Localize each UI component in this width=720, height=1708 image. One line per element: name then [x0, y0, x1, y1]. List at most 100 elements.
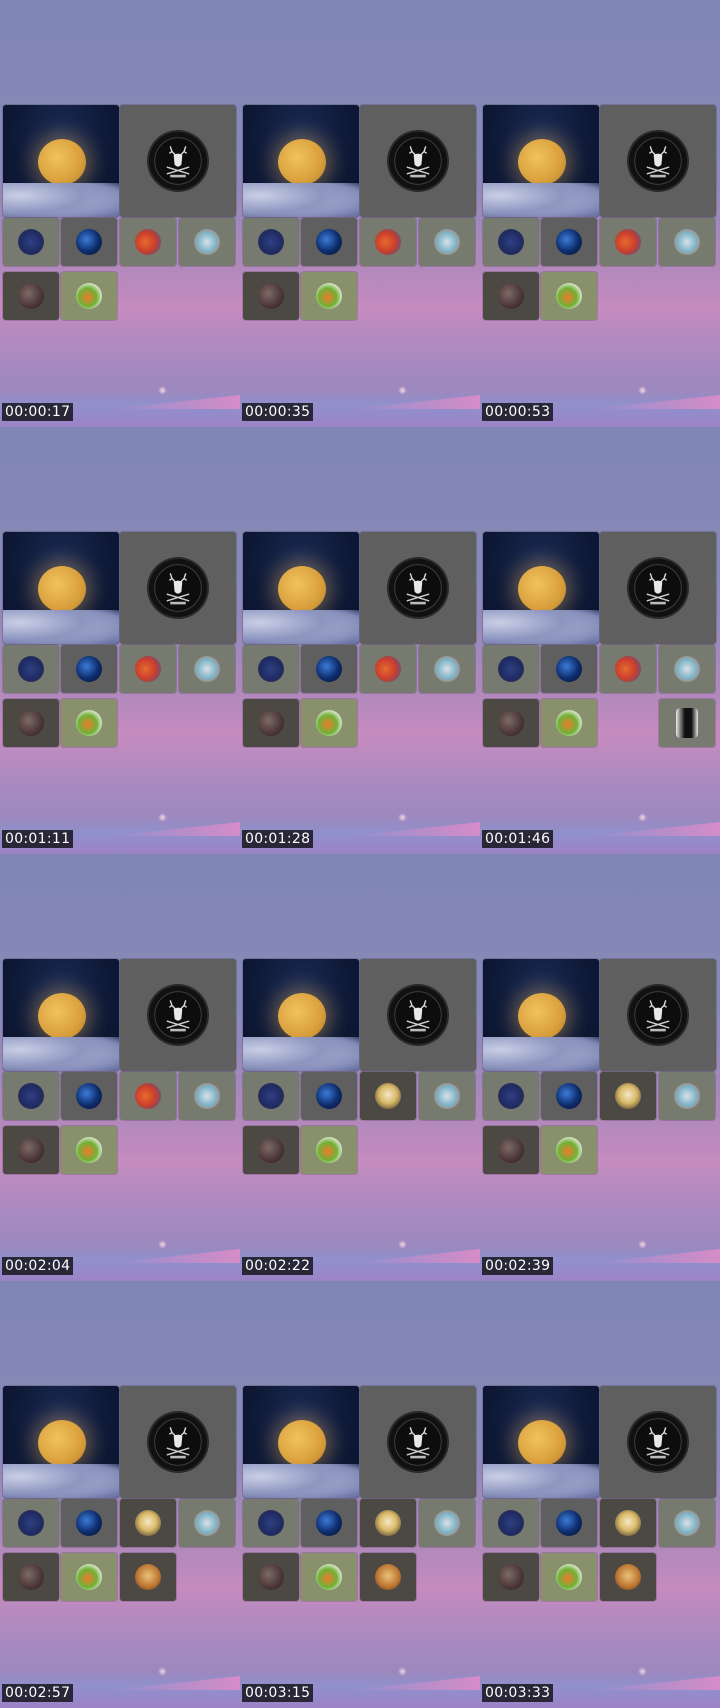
moon-video-tile[interactable]	[483, 105, 599, 217]
participant-tile[interactable]	[61, 1072, 117, 1120]
stag-video-tile[interactable]	[600, 959, 716, 1071]
participant-tile[interactable]	[301, 1553, 357, 1601]
moon-video-tile[interactable]	[243, 105, 359, 217]
participant-tile[interactable]	[120, 1072, 176, 1120]
participant-tile[interactable]	[483, 645, 539, 693]
participant-tile[interactable]	[120, 645, 176, 693]
participant-tile[interactable]	[360, 1072, 416, 1120]
participant-tile[interactable]	[541, 1553, 597, 1601]
participant-tile[interactable]	[243, 645, 299, 693]
moon-video-tile[interactable]	[483, 532, 599, 644]
participant-tile[interactable]	[61, 645, 117, 693]
participant-tile[interactable]	[600, 1072, 656, 1120]
participant-tile[interactable]	[243, 699, 299, 747]
participant-tile[interactable]	[179, 1072, 235, 1120]
participant-tile[interactable]	[179, 1499, 235, 1547]
participant-tile[interactable]	[541, 272, 597, 320]
participant-tile[interactable]	[301, 1499, 357, 1547]
participant-tile[interactable]	[419, 1499, 475, 1547]
participant-tile[interactable]	[541, 699, 597, 747]
stag-video-tile[interactable]	[360, 105, 476, 217]
participant-tile[interactable]	[120, 218, 176, 266]
participant-tile[interactable]	[301, 1072, 357, 1120]
participant-tile[interactable]	[243, 1072, 299, 1120]
participant-tile[interactable]	[541, 1072, 597, 1120]
moon-video-tile[interactable]	[3, 105, 119, 217]
participant-tile[interactable]	[3, 1072, 59, 1120]
stag-video-tile[interactable]	[360, 959, 476, 1071]
participant-tile[interactable]	[483, 699, 539, 747]
participant-tile[interactable]	[483, 1499, 539, 1547]
participant-tile[interactable]	[541, 218, 597, 266]
participant-tile[interactable]	[360, 1499, 416, 1547]
participant-tile[interactable]	[483, 218, 539, 266]
participant-tile[interactable]	[3, 699, 59, 747]
participant-tile[interactable]	[179, 218, 235, 266]
participant-tile[interactable]	[483, 1126, 539, 1174]
participant-tile[interactable]	[3, 218, 59, 266]
participant-tile[interactable]	[243, 218, 299, 266]
stag-video-tile[interactable]	[120, 105, 236, 217]
participant-tile[interactable]	[243, 272, 299, 320]
stag-video-tile[interactable]	[120, 532, 236, 644]
participant-tile[interactable]	[541, 1126, 597, 1174]
stag-video-tile[interactable]	[600, 105, 716, 217]
participant-tile[interactable]	[61, 1126, 117, 1174]
participant-tile[interactable]	[600, 645, 656, 693]
participant-tile[interactable]	[541, 645, 597, 693]
participant-tile[interactable]	[243, 1126, 299, 1174]
participant-tile[interactable]	[120, 1499, 176, 1547]
participant-tile[interactable]	[179, 645, 235, 693]
participant-tile[interactable]	[301, 218, 357, 266]
participant-tile[interactable]	[659, 218, 715, 266]
participant-tile[interactable]	[301, 272, 357, 320]
stag-video-tile[interactable]	[120, 1386, 236, 1498]
participant-tile[interactable]	[61, 1553, 117, 1601]
participant-tile[interactable]	[3, 1126, 59, 1174]
participant-tile[interactable]	[483, 1072, 539, 1120]
participant-tile[interactable]	[419, 1072, 475, 1120]
participant-tile[interactable]	[3, 272, 59, 320]
participant-tile[interactable]	[3, 645, 59, 693]
moon-video-tile[interactable]	[483, 1386, 599, 1498]
participant-tile[interactable]	[419, 218, 475, 266]
moon-video-tile[interactable]	[3, 532, 119, 644]
participant-tile[interactable]	[3, 1499, 59, 1547]
moon-video-tile[interactable]	[3, 1386, 119, 1498]
stag-video-tile[interactable]	[360, 532, 476, 644]
participant-tile[interactable]	[61, 1499, 117, 1547]
participant-tile[interactable]	[659, 1499, 715, 1547]
participant-tile[interactable]	[360, 218, 416, 266]
moon-video-tile[interactable]	[243, 532, 359, 644]
participant-tile[interactable]	[120, 1553, 176, 1601]
stag-video-tile[interactable]	[120, 959, 236, 1071]
participant-tile[interactable]	[659, 699, 715, 747]
participant-tile[interactable]	[301, 645, 357, 693]
participant-tile[interactable]	[301, 1126, 357, 1174]
moon-video-tile[interactable]	[243, 959, 359, 1071]
participant-tile[interactable]	[3, 1553, 59, 1601]
participant-tile[interactable]	[61, 699, 117, 747]
moon-video-tile[interactable]	[3, 959, 119, 1071]
participant-tile[interactable]	[360, 1553, 416, 1601]
stag-video-tile[interactable]	[600, 532, 716, 644]
participant-tile[interactable]	[541, 1499, 597, 1547]
participant-tile[interactable]	[659, 645, 715, 693]
participant-tile[interactable]	[600, 1499, 656, 1547]
moon-video-tile[interactable]	[243, 1386, 359, 1498]
participant-tile[interactable]	[483, 272, 539, 320]
participant-tile[interactable]	[360, 645, 416, 693]
participant-tile[interactable]	[659, 1072, 715, 1120]
participant-tile[interactable]	[243, 1499, 299, 1547]
participant-tile[interactable]	[61, 218, 117, 266]
participant-tile[interactable]	[61, 272, 117, 320]
participant-tile[interactable]	[600, 218, 656, 266]
participant-tile[interactable]	[483, 1553, 539, 1601]
stag-video-tile[interactable]	[360, 1386, 476, 1498]
stag-video-tile[interactable]	[600, 1386, 716, 1498]
participant-tile[interactable]	[243, 1553, 299, 1601]
participant-tile[interactable]	[600, 1553, 656, 1601]
participant-tile[interactable]	[419, 645, 475, 693]
participant-tile[interactable]	[301, 699, 357, 747]
moon-video-tile[interactable]	[483, 959, 599, 1071]
